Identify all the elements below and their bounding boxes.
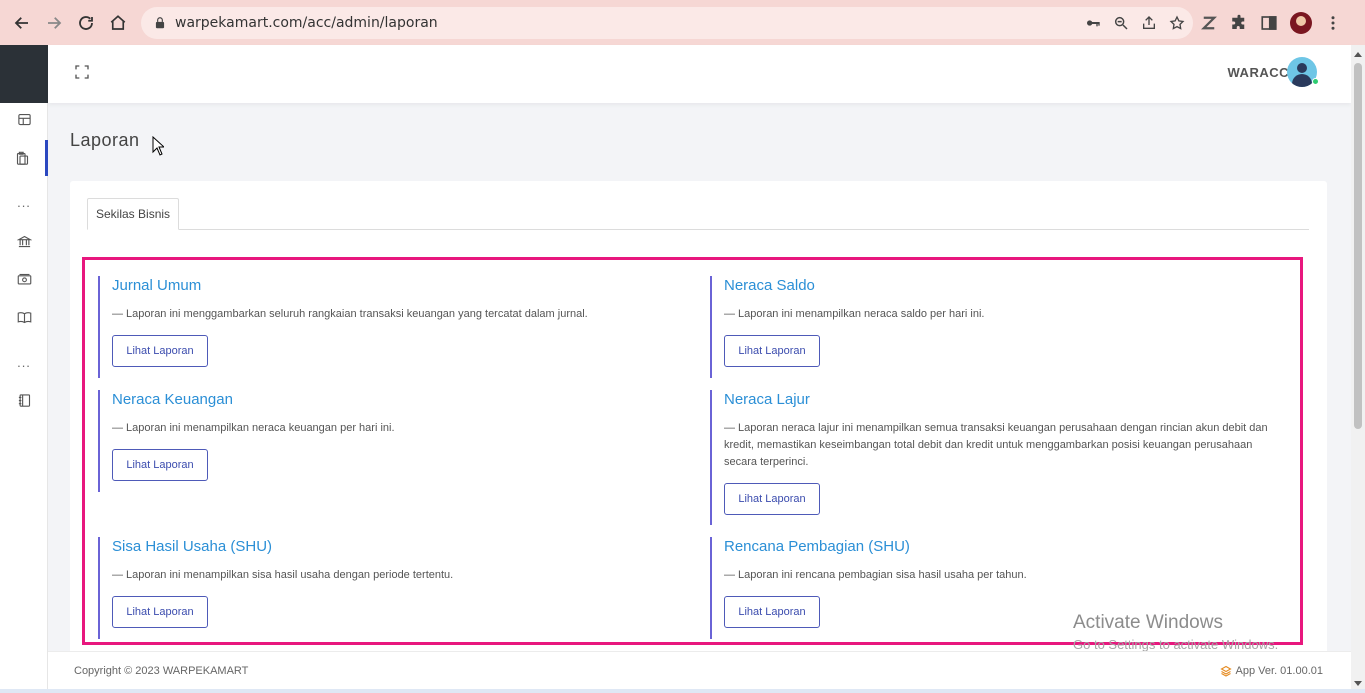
star-icon[interactable] [1169,15,1185,31]
highlight-annotation [82,257,1303,645]
sidebar-item-cash[interactable] [0,261,48,297]
bank-icon [16,235,32,247]
sidebar-brand [0,45,48,103]
url-text: warpekamart.com/acc/admin/laporan [175,15,438,31]
fullscreen-icon[interactable] [74,64,90,80]
kebab-menu-icon[interactable] [1324,14,1342,32]
share-icon[interactable] [1141,15,1157,31]
forward-button[interactable] [38,7,70,39]
profile-avatar[interactable] [1290,12,1312,34]
footer: Copyright © 2023 WARPEKAMART App Ver. 01… [48,651,1351,689]
app-version-text: App Ver. 01.00.01 [1235,665,1323,677]
page-title: Laporan [70,130,140,150]
scrollbar-thumb[interactable] [1354,63,1362,429]
scroll-down-arrow[interactable] [1354,681,1362,686]
home-icon [110,15,126,30]
dashboard-icon [17,113,31,125]
tab-sekilas-bisnis[interactable]: Sekilas Bisnis [87,198,180,230]
app-topbar: WARACC [48,45,1351,103]
arrow-left-icon [14,17,28,29]
book-open-icon [17,311,31,323]
page-scrollbar[interactable] [1351,45,1365,693]
sidebar-separator: ... [17,355,31,370]
address-bar[interactable]: warpekamart.com/acc/admin/laporan [141,7,1193,39]
back-button[interactable] [6,7,38,39]
sidebar: ... ... [0,45,48,693]
sidebar-item-book[interactable] [0,299,48,335]
sidebar-item-laporan[interactable] [0,140,48,176]
notebook-icon [18,393,30,407]
layers-icon [1219,665,1232,677]
lock-icon [155,17,165,29]
reload-icon [79,16,93,30]
mouse-cursor-icon [152,136,164,156]
sidebar-item-notebook[interactable] [0,382,48,418]
key-icon[interactable] [1085,15,1101,31]
browser-toolbar: warpekamart.com/acc/admin/laporan [0,0,1365,45]
sidebar-item-dashboard[interactable] [0,101,48,137]
clipboard-icon [16,151,29,165]
extensions-puzzle-icon[interactable] [1230,14,1248,32]
arrow-right-icon [48,17,62,29]
zotero-extension-icon[interactable] [1200,14,1218,32]
watermark-title: Activate Windows [1073,612,1223,633]
watermark-subtitle: Go to Settings to activate Windows. [1073,637,1279,652]
username[interactable]: WARACC [1228,65,1290,80]
zoom-icon[interactable] [1113,15,1129,31]
side-panel-icon[interactable] [1260,14,1278,32]
home-button[interactable] [102,7,134,39]
sidebar-separator: ... [17,195,31,210]
windows-activation-watermark: Activate Windows Go to Settings to activ… [1073,612,1278,652]
tab-bar [87,229,1309,230]
online-status-dot [1312,78,1319,85]
sidebar-item-bank[interactable] [0,223,48,259]
scroll-up-arrow[interactable] [1354,52,1362,57]
copyright-text: Copyright © 2023 WARPEKAMART [74,665,249,677]
app-version: App Ver. 01.00.01 [1219,665,1323,677]
reload-button[interactable] [70,7,102,39]
taskbar-edge [0,689,1365,693]
money-icon [17,273,31,284]
